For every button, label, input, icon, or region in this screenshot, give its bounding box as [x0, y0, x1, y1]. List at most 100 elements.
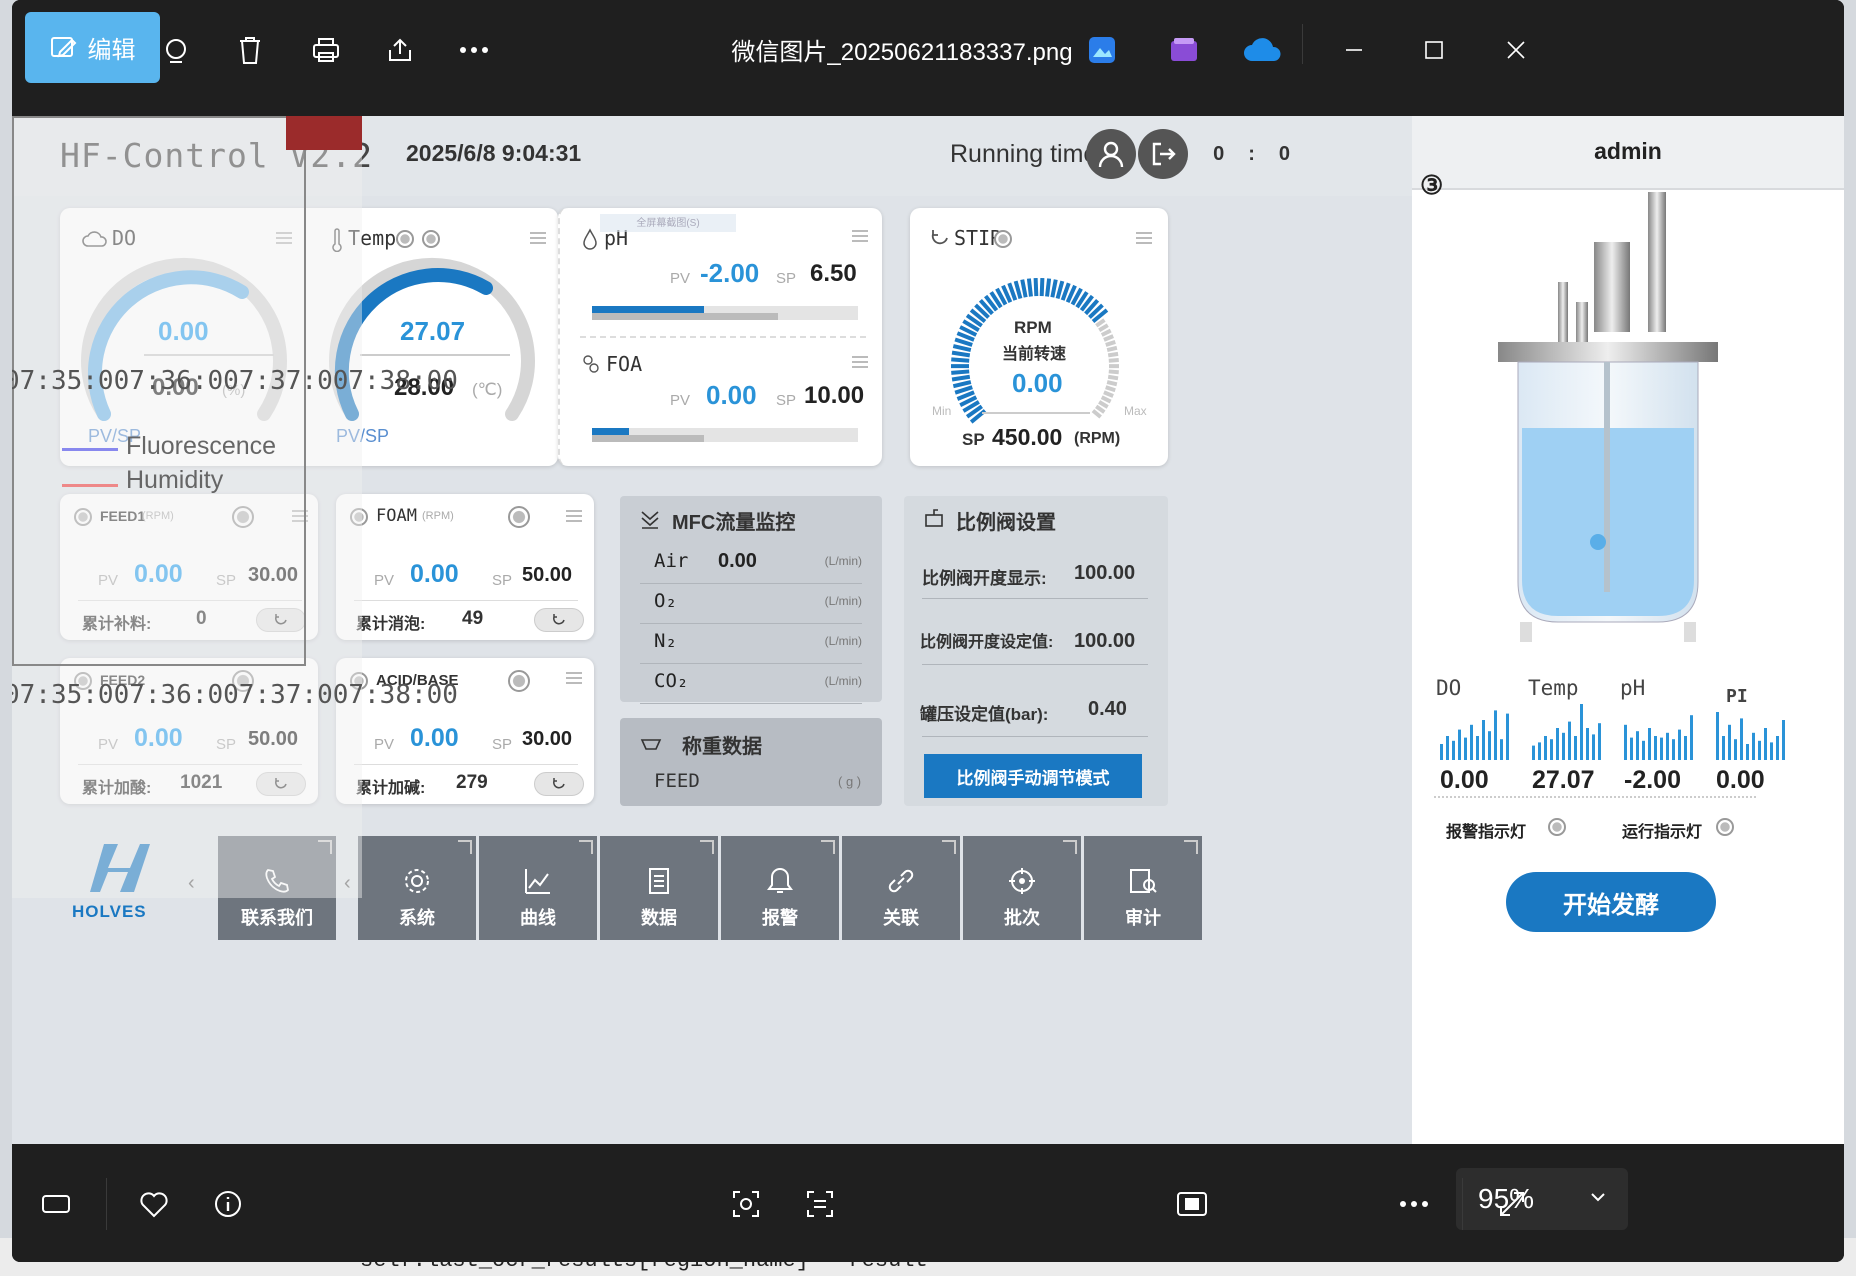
mfc-row: Air 0.00 (L/min)	[640, 546, 862, 584]
minimize-icon[interactable]	[1332, 28, 1376, 72]
onedrive-icon[interactable]	[1240, 28, 1284, 72]
acidbase-reset-button[interactable]	[534, 772, 584, 796]
scale-icon	[640, 739, 662, 750]
circled-number-badge: ③	[1420, 170, 1444, 200]
divider	[922, 736, 1148, 737]
mini-bar	[1458, 729, 1461, 760]
mfc-row: N₂ (L/min)	[640, 626, 862, 664]
stir-dial-tick	[1098, 323, 1109, 332]
text-scan-icon[interactable]	[798, 1182, 842, 1226]
running-minutes: 0	[1213, 143, 1225, 165]
stir-dial-tick	[952, 344, 972, 353]
more-options-icon[interactable]	[1392, 1182, 1436, 1226]
zoom-dropdown[interactable]: 95%	[1456, 1168, 1628, 1230]
delete-icon[interactable]	[228, 28, 272, 72]
mini-bar	[1488, 731, 1491, 760]
reset-icon	[553, 614, 565, 625]
mfc-unit: (L/min)	[824, 554, 862, 568]
stir-dial-tick	[1107, 374, 1119, 381]
filmstrip-icon[interactable]	[34, 1182, 78, 1226]
acidbase-menu-icon[interactable]	[566, 672, 582, 684]
rpm-label: RPM	[1014, 318, 1052, 337]
stir-dial-tick	[1107, 351, 1119, 358]
acidbase-pv-value: 0.00	[410, 724, 459, 752]
acidbase-sp-value: 30.00	[522, 728, 573, 750]
nav-button-5[interactable]: 关联	[842, 836, 960, 940]
stir-dial-tick	[952, 380, 972, 389]
mini-bar	[1776, 736, 1779, 760]
running-seconds: 0	[1278, 143, 1291, 165]
stir-dial-tick	[1050, 279, 1058, 298]
foam-menu-icon[interactable]	[566, 510, 582, 522]
valve-setpoint-value: 100.00	[1074, 630, 1136, 652]
stir-dial-tick	[1108, 369, 1119, 375]
info-icon[interactable]	[206, 1182, 250, 1226]
nav-button-4[interactable]: 报警	[721, 836, 839, 940]
tank-pressure-label: 罐压设定值(bar):	[920, 705, 1049, 724]
alarm-indicator-light	[1548, 818, 1566, 836]
foa-menu-icon[interactable]	[852, 356, 868, 368]
mfc-value: 0.00	[718, 550, 757, 572]
maximize-icon[interactable]	[1412, 28, 1456, 72]
nav-button-7[interactable]: 审计	[1084, 836, 1202, 940]
stir-dial-tick	[1098, 400, 1109, 409]
user-button[interactable]	[1086, 129, 1136, 179]
stir-sp-label: SP	[962, 430, 985, 449]
stir-card: STIR RPM 当前转速 0.00 Min Max SP 450.00 (RP…	[910, 208, 1168, 466]
foam-pv-value: 0.00	[410, 560, 459, 588]
mfc-unit: (L/min)	[824, 674, 862, 688]
temp-menu-icon[interactable]	[530, 232, 546, 244]
nav-label: 批次	[1004, 908, 1040, 928]
foam-card: FOAM (RPM) PV 0.00 SP 50.00 累计消泡: 49	[336, 494, 594, 640]
fit-screen-icon[interactable]	[1170, 1182, 1214, 1226]
valve-manual-mode-button[interactable]: 比例阀手动调节模式	[924, 754, 1142, 798]
nav-button-3[interactable]: 数据	[600, 836, 718, 940]
overlay-red-block	[286, 116, 362, 150]
mini-bar-chart	[1440, 710, 1509, 760]
foam-reset-button[interactable]	[534, 608, 584, 632]
legend-swatch-fluorescence	[62, 448, 118, 451]
mini-bar	[1592, 734, 1595, 760]
mfc-panel: MFC流量监控 Air 0.00 (L/min) O₂ (L/min) N₂ (L/min)…	[620, 496, 882, 704]
screenshot-hint: 全屏幕截图(S)	[600, 214, 736, 232]
mini-bar	[1666, 732, 1669, 760]
stir-dial-tick	[1103, 390, 1114, 398]
foa-pv-value: 0.00	[706, 380, 757, 410]
mini-bar	[1464, 737, 1467, 760]
start-fermentation-button[interactable]: 开始发酵	[1506, 872, 1716, 932]
edit-button[interactable]: 编辑	[25, 12, 160, 83]
mini-bar	[1684, 736, 1687, 760]
nav-button-1[interactable]: 系统	[358, 836, 476, 940]
rotate-icon[interactable]	[154, 28, 198, 72]
visual-search-icon[interactable]	[724, 1182, 768, 1226]
ph-sp-value: 6.50	[810, 260, 857, 287]
document-icon	[649, 868, 669, 894]
ph-menu-icon[interactable]	[852, 230, 868, 242]
clipchamp-icon[interactable]	[1162, 28, 1206, 72]
mini-bar	[1746, 744, 1749, 760]
more-icon[interactable]	[452, 28, 496, 72]
nav-label: 曲线	[520, 908, 556, 928]
divider	[922, 598, 1148, 599]
nav-button-6[interactable]: 批次	[963, 836, 1081, 940]
mini-bar-chart	[1624, 715, 1693, 760]
tank-pressure-value: 0.40	[1088, 698, 1127, 720]
stir-dial-tick	[954, 385, 973, 395]
run-indicator-light	[1716, 818, 1734, 836]
foa-label: FOA	[606, 352, 643, 376]
logout-button[interactable]	[1138, 129, 1188, 179]
separator	[1462, 1178, 1463, 1230]
stir-menu-icon[interactable]	[1136, 232, 1152, 244]
acidbase-pv-label: PV	[374, 736, 395, 753]
photo-app-icon[interactable]	[1080, 28, 1124, 72]
stir-dial-tick	[1055, 280, 1065, 300]
share-icon[interactable]	[378, 28, 422, 72]
nav-button-2[interactable]: 曲线	[479, 836, 597, 940]
close-icon[interactable]	[1494, 28, 1538, 72]
favorite-icon[interactable]	[132, 1182, 176, 1226]
fullscreen-icon[interactable]	[1490, 1182, 1534, 1226]
side-panel: admin ③ 报警指示灯 运行指示灯 开始发酵 DO 0.00 Temp 27…	[1412, 116, 1844, 1144]
print-icon[interactable]	[304, 28, 348, 72]
link-icon	[888, 869, 914, 893]
mini-bar-chart	[1532, 704, 1601, 760]
